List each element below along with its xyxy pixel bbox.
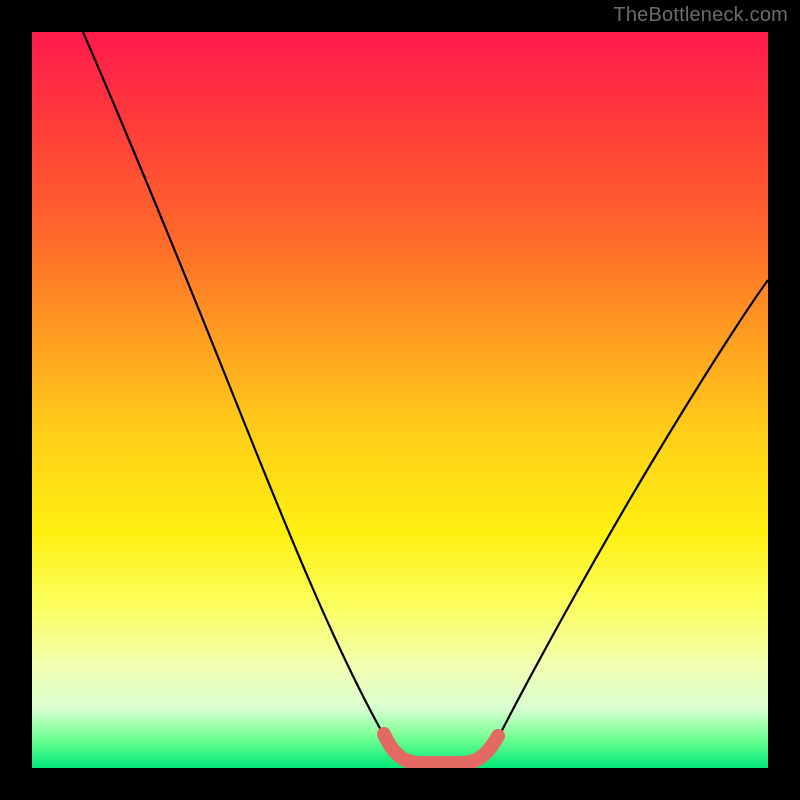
plot-area xyxy=(32,32,768,768)
bottleneck-curve xyxy=(83,32,768,763)
chart-frame: TheBottleneck.com xyxy=(0,0,800,800)
watermark-text: TheBottleneck.com xyxy=(613,4,788,27)
curve-svg xyxy=(32,32,768,768)
highlight-band xyxy=(384,734,498,763)
